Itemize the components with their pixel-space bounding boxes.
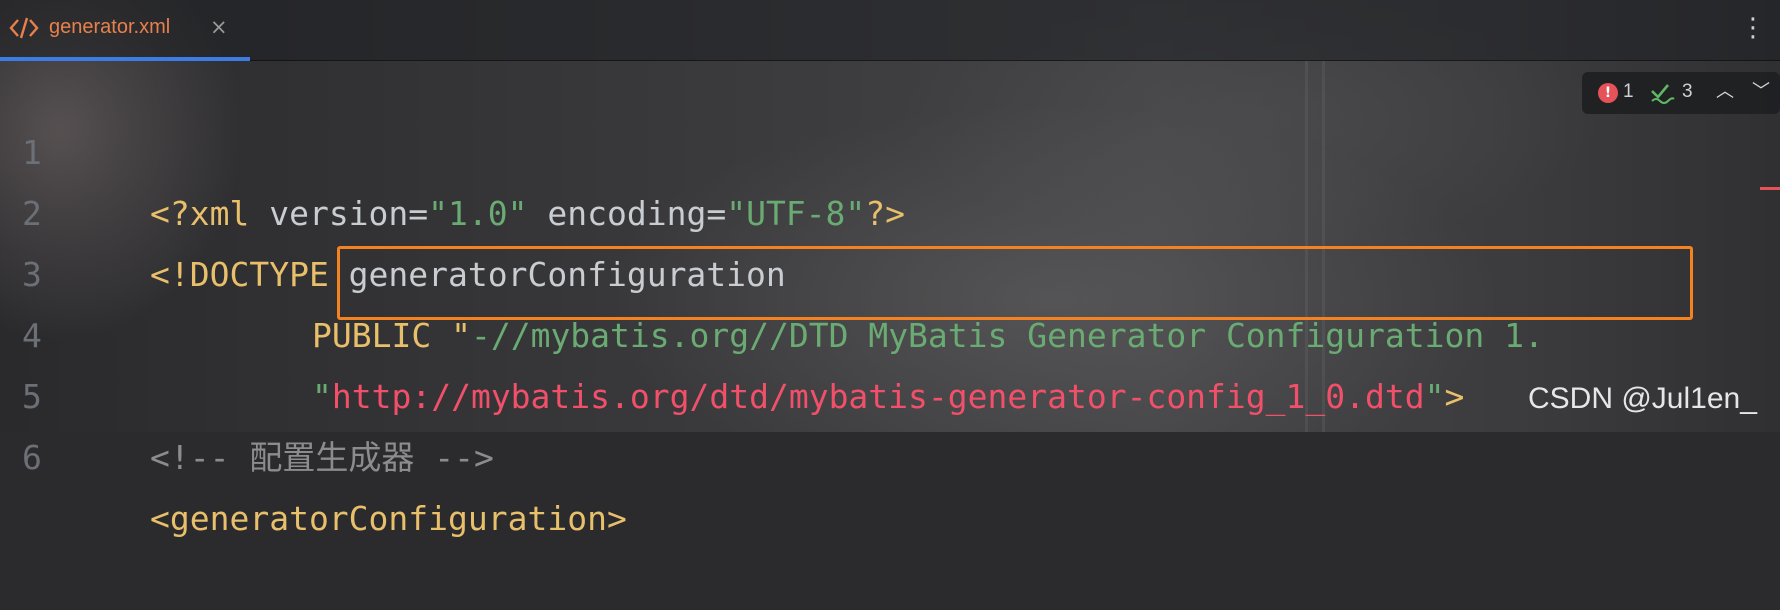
- highlight-annotation: [337, 246, 1693, 320]
- editor-tab-bar: generator.xml × ⋮: [0, 0, 1780, 61]
- tab-label: generator.xml: [49, 16, 171, 38]
- tab-generator-xml[interactable]: generator.xml ×: [0, 0, 250, 60]
- watermark: CSDN @Jul1en_: [1528, 382, 1757, 415]
- code-text: <generatorConfiguration>: [150, 499, 627, 538]
- chevron-down-icon[interactable]: ﹀: [1750, 80, 1772, 104]
- close-icon[interactable]: ×: [210, 15, 230, 39]
- code-line: 3 PUBLIC "-//mybatis.org//DTD MyBatis Ge…: [0, 183, 1780, 355]
- error-count: 1: [1623, 81, 1634, 102]
- code-line: 1 <?xml version="1.0" encoding="UTF-8"?>: [0, 61, 1780, 233]
- inspection-widget[interactable]: ! 1 3 ︿ ﹀: [1582, 72, 1780, 114]
- xml-code-icon: [9, 14, 39, 42]
- code-comment: <!-- 配置生成器 -->: [150, 438, 494, 477]
- line-number: 6: [22, 438, 42, 477]
- code-line: 6 <generatorConfiguration>: [0, 366, 1780, 538]
- chevron-up-icon[interactable]: ︿: [1714, 80, 1736, 104]
- more-options-icon[interactable]: ⋮: [1740, 10, 1766, 46]
- weak-warning-count: 3: [1682, 81, 1693, 102]
- weak-warning-icon: [1650, 82, 1676, 104]
- error-icon: !: [1598, 83, 1618, 103]
- code-line: 2 <!DOCTYPE generatorConfiguration: [0, 122, 1780, 294]
- error-stripe-marker[interactable]: [1760, 187, 1780, 190]
